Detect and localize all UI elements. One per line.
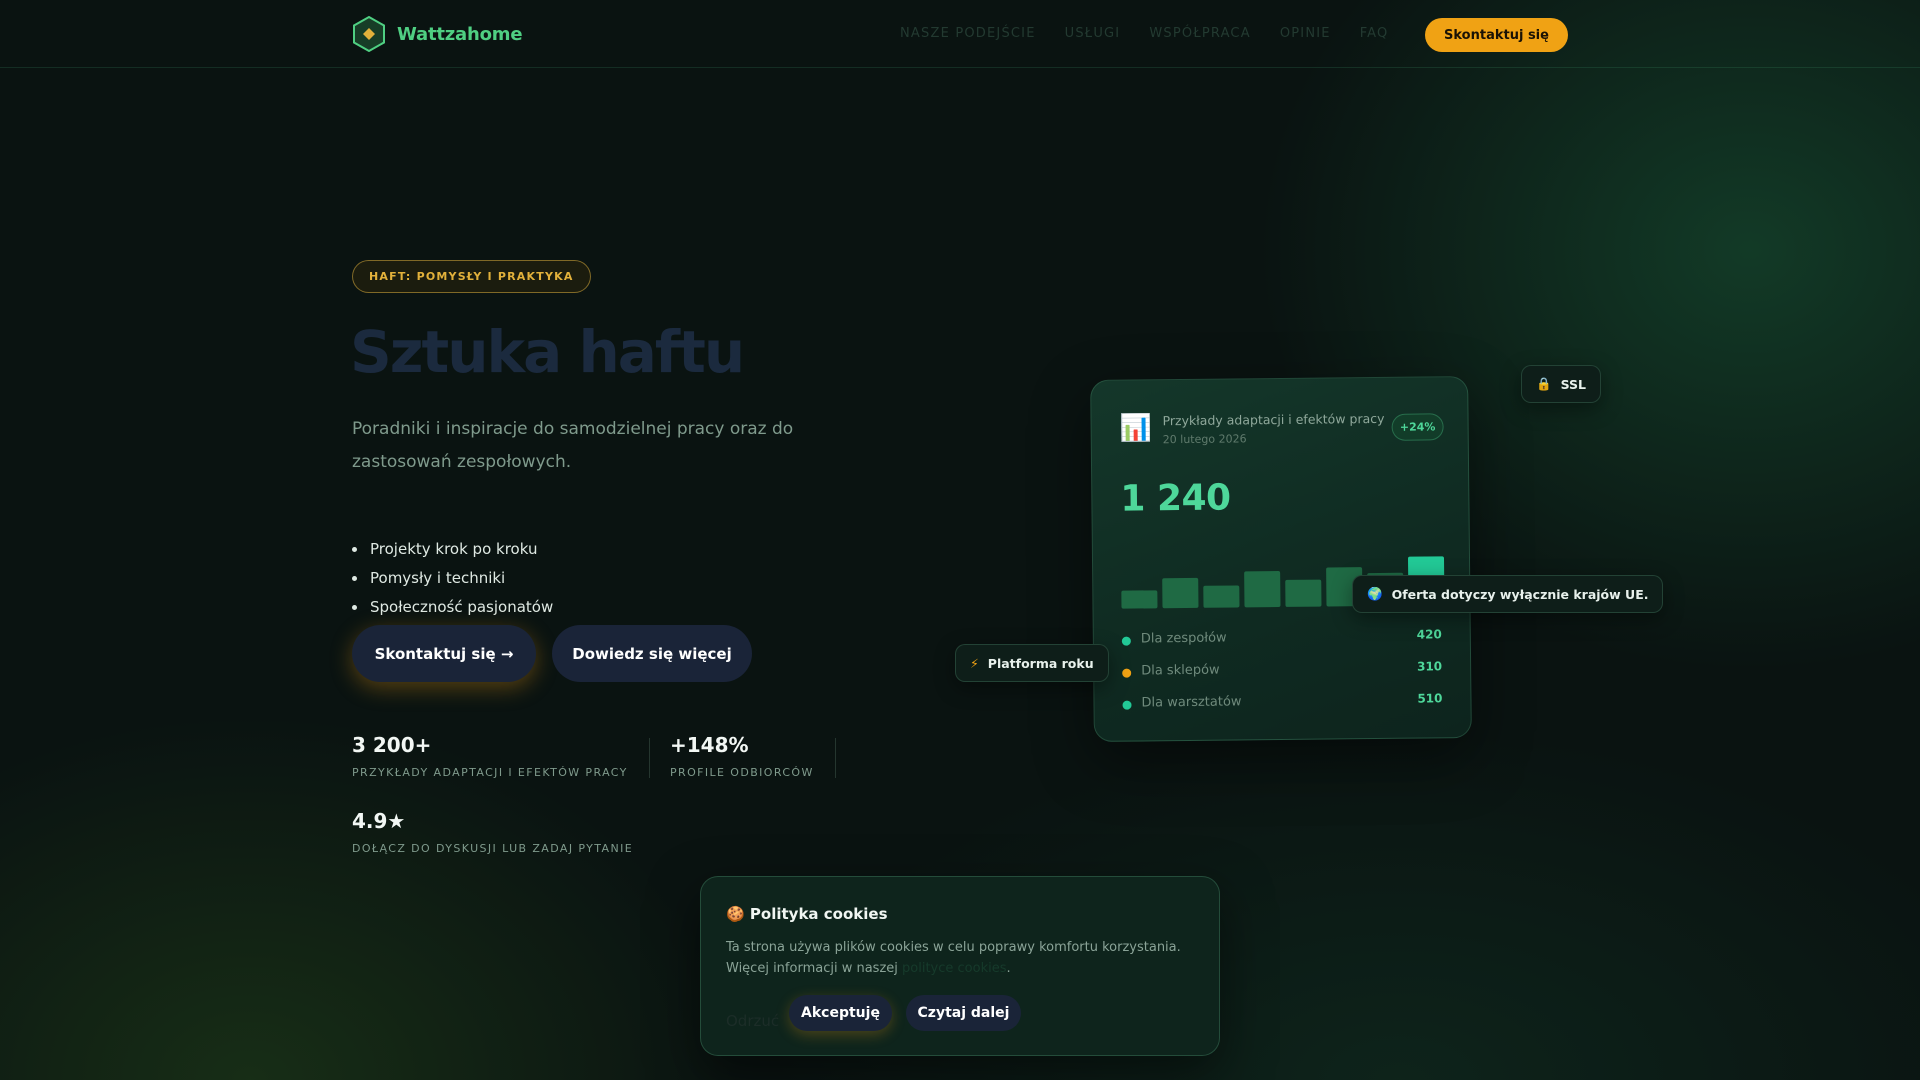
card-row-teams: Dla zespołów 420 (1121, 627, 1442, 650)
hero-subtitle: Poradniki i inspiracje do samodzielnej p… (352, 419, 794, 472)
platform-badge: ⚡ Platforma roku (955, 644, 1109, 682)
contact-button[interactable]: Skontaktuj się → (352, 625, 536, 682)
stats-card: 📊 Przykłady adaptacji i efektów pracy 20… (1090, 376, 1472, 742)
nav-link-approach[interactable]: NASZE PODEJŚCIE (900, 26, 1036, 41)
row-value: 420 (1416, 627, 1442, 642)
eu-offer-badge: 🌍 Oferta dotyczy wyłącznie krajów UE. (1352, 575, 1664, 613)
cookie-accept-button[interactable]: Akceptuję (789, 995, 892, 1031)
bullet-icon (352, 547, 357, 552)
top-nav: Wattzahome NASZE PODEJŚCIE USŁUGI WSPÓŁP… (0, 0, 1920, 68)
chart-bar (1162, 577, 1199, 609)
cookie-title-text: Polityka cookies (749, 905, 888, 923)
lightning-icon: ⚡ (970, 655, 979, 671)
card-row-shops: Dla sklepów 310 (1122, 659, 1442, 682)
nav-link-cooperation[interactable]: WSPÓŁPRACA (1149, 26, 1250, 41)
feature-label: Społeczność pasjonatów (370, 598, 554, 616)
learn-more-button[interactable]: Dowiedz się więcej (552, 625, 752, 682)
nav-contact-button[interactable]: Skontaktuj się (1425, 18, 1568, 52)
hero-title: Sztuka haftu (350, 318, 745, 386)
feature-item: Społeczność pasjonatów (352, 593, 553, 622)
row-label: Dla zespołów (1140, 630, 1227, 647)
feature-label: Pomysły i techniki (370, 569, 506, 587)
status-dot (1122, 700, 1132, 710)
feature-label: Projekty krok po kroku (370, 540, 538, 558)
stat-examples: 3 200+ PRZYKŁADY ADAPTACJI I EFEKTÓW PRA… (352, 733, 628, 779)
platform-label: Platforma roku (987, 655, 1094, 671)
brand-name: Wattzahome (397, 23, 523, 45)
row-label: Dla warsztatów (1141, 694, 1242, 711)
bullet-icon (352, 576, 357, 581)
hero-eyebrow-badge: HAFT: POMYSŁY I PRAKTYKA (352, 260, 591, 293)
chart-bar (1121, 590, 1158, 609)
stat-divider (835, 738, 836, 778)
lock-icon: 🔒 (1536, 376, 1552, 391)
feature-item: Pomysły i techniki (352, 564, 553, 593)
bar-chart-icon: 📊 (1119, 413, 1153, 444)
stat-label: PROFILE ODBIORCÓW (670, 766, 814, 779)
growth-badge: +24% (1391, 413, 1444, 441)
row-label: Dla sklepów (1141, 662, 1220, 679)
cookie-title: 🍪 Polityka cookies (726, 905, 888, 923)
cookie-policy-link[interactable]: polityce cookies (902, 961, 1006, 976)
row-value: 510 (1417, 691, 1443, 706)
ssl-badge: 🔒 SSL (1521, 365, 1601, 403)
nav-link-reviews[interactable]: OPINIE (1280, 26, 1331, 41)
stat-profiles: +148% PROFILE ODBIORCÓW (670, 733, 814, 779)
feature-list: Projekty krok po kroku Pomysły i technik… (352, 535, 553, 622)
bullet-icon (352, 605, 357, 610)
cookie-text: Ta strona używa plików cookies w celu po… (726, 940, 1181, 976)
row-value: 310 (1416, 659, 1443, 674)
cookie-banner: 🍪 Polityka cookies Ta strona używa plikó… (700, 876, 1220, 1056)
feature-item: Projekty krok po kroku (352, 535, 553, 564)
stat-divider (649, 738, 650, 778)
brand[interactable]: Wattzahome (352, 15, 523, 53)
chart-bar (1203, 585, 1240, 608)
cookie-icon: 🍪 (726, 905, 745, 923)
nav-link-services[interactable]: USŁUGI (1065, 26, 1121, 41)
chart-bar (1285, 579, 1322, 607)
ssl-label: SSL (1560, 376, 1586, 392)
stat-label: PRZYKŁADY ADAPTACJI I EFEKTÓW PRACY (352, 766, 628, 779)
cookie-read-more-button[interactable]: Czytaj dalej (906, 995, 1021, 1031)
card-total-value: 1 240 (1120, 477, 1231, 520)
chart-bar (1244, 571, 1281, 608)
nav-links: NASZE PODEJŚCIE USŁUGI WSPÓŁPRACA OPINIE… (900, 26, 1388, 41)
hexagon-logo-icon (352, 15, 386, 53)
stat-value: 4.9★ (352, 809, 406, 833)
stat-value: +148% (670, 733, 749, 757)
status-dot (1122, 668, 1132, 678)
stat-label: DOŁĄCZ DO DYSKUSJI LUB ZADAJ PYTANIE (352, 842, 634, 855)
card-row-workshops: Dla warsztatów 510 (1122, 691, 1443, 714)
eu-offer-label: Oferta dotyczy wyłącznie krajów UE. (1391, 586, 1649, 602)
globe-icon: 🌍 (1367, 586, 1383, 601)
cookie-decline-button[interactable]: Odrzuć (726, 1003, 779, 1039)
card-date: 20 lutego 2026 (1162, 432, 1247, 447)
stat-value: 3 200+ (352, 733, 432, 757)
nav-link-faq[interactable]: FAQ (1360, 26, 1389, 41)
card-title: Przykłady adaptacji i efektów pracy (1162, 410, 1385, 429)
status-dot (1121, 636, 1131, 646)
stat-rating: 4.9★ DOŁĄCZ DO DYSKUSJI LUB ZADAJ PYTANI… (352, 809, 633, 855)
